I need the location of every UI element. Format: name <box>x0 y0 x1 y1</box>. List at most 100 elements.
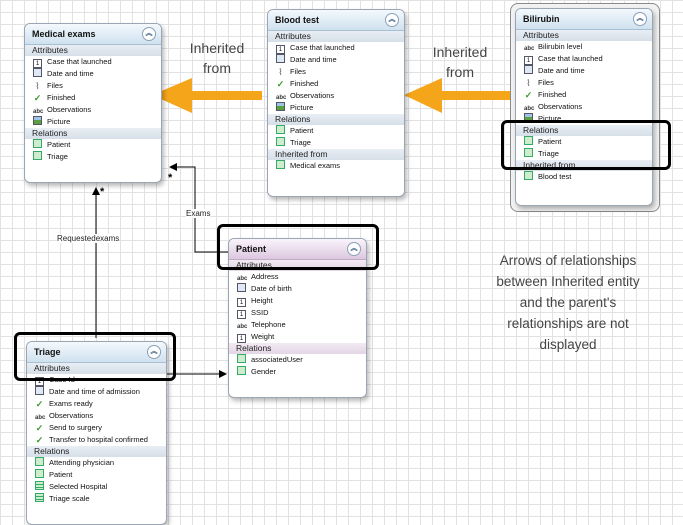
relation-row[interactable]: Triage <box>268 137 404 149</box>
datetime-icon <box>276 54 285 63</box>
collapse-icon[interactable]: ︽ <box>633 12 647 26</box>
attributes-header: Attributes <box>516 30 652 41</box>
boolean-icon: ✓ <box>35 399 44 409</box>
attribute-row[interactable]: Picture <box>268 102 404 114</box>
inherited-from-label-right: Inherited from <box>432 44 488 80</box>
entity-title: Blood test <box>275 15 319 25</box>
attribute-row[interactable]: abc Address <box>229 271 366 283</box>
relation-icon <box>33 139 42 148</box>
attribute-row[interactable]: abc Observations <box>27 410 166 422</box>
file-icon: ⌇ <box>35 81 40 91</box>
attribute-row[interactable]: ✓ Transfer to hospital confirmed <box>27 434 166 446</box>
inherited-row[interactable]: Blood test <box>516 171 652 183</box>
entity-header[interactable]: Blood test ︽ <box>268 10 404 31</box>
attribute-row[interactable]: ⌇ Files <box>516 77 652 89</box>
relations-header: Relations <box>27 446 166 457</box>
attribute-row[interactable]: 1 Case that launched <box>268 42 404 54</box>
attribute-row[interactable]: 1 Case that launched <box>25 56 161 68</box>
relation-row[interactable]: Triage scale <box>27 493 166 505</box>
attributes-header: Attributes <box>268 31 404 42</box>
relation-row[interactable]: Attending physician <box>27 457 166 469</box>
number-icon: 1 <box>33 59 42 68</box>
relation-row[interactable]: Selected Hospital <box>27 481 166 493</box>
annotation-note: Arrows of relationships between Inherite… <box>496 253 640 352</box>
number-icon: 1 <box>276 45 285 54</box>
attribute-row[interactable]: ✓ Exams ready <box>27 398 166 410</box>
file-icon: ⌇ <box>526 78 531 88</box>
attribute-row[interactable]: abc Telephone <box>229 319 366 331</box>
boolean-icon: ✓ <box>524 90 533 100</box>
attribute-row[interactable]: Date and time of admission <box>27 386 166 398</box>
attribute-row[interactable]: Date and time <box>268 54 404 66</box>
picture-icon <box>33 116 42 125</box>
table-icon <box>35 493 44 502</box>
entity-bilirubin[interactable]: Bilirubin ︽ Attributes abc Bilirubin leve… <box>515 8 653 206</box>
relation-icon <box>35 469 44 478</box>
attribute-row[interactable]: abc Observations <box>25 104 161 116</box>
entity-header[interactable]: Bilirubin ︽ <box>516 9 652 30</box>
attribute-row[interactable]: ✓ Send to surgery <box>27 422 166 434</box>
requestedexams-label: Requestedexams <box>57 234 120 243</box>
entity-blood-test[interactable]: Blood test ︽ Attributes 1 Case that launc… <box>267 9 405 197</box>
attribute-row[interactable]: Picture <box>25 116 161 128</box>
attribute-row[interactable]: 1 Weight <box>229 331 366 343</box>
inherit-arrow-1 <box>152 78 262 113</box>
attribute-row[interactable]: Date and time <box>516 65 652 77</box>
inherit-arrow-2 <box>404 78 516 113</box>
inherited-row[interactable]: Medical exams <box>268 160 404 172</box>
attribute-row[interactable]: ✓ Finished <box>268 78 404 90</box>
relation-icon <box>237 366 246 375</box>
relation-row[interactable]: Patient <box>268 125 404 137</box>
multiplicity-star-right: * <box>168 172 173 184</box>
entity-title: Bilirubin <box>523 14 560 24</box>
picture-icon <box>276 102 285 111</box>
attribute-row[interactable]: abc Observations <box>516 101 652 113</box>
relations-header: Relations <box>229 343 366 354</box>
relation-row[interactable]: Patient <box>27 469 166 481</box>
number-icon: 1 <box>237 334 246 343</box>
inherit-icon <box>276 160 285 169</box>
attribute-row[interactable]: abc Observations <box>268 90 404 102</box>
highlight-triage-header <box>14 332 176 381</box>
relation-icon <box>237 354 246 363</box>
exams-label: Exams <box>186 209 211 218</box>
relation-icon <box>35 457 44 466</box>
relation-icon <box>276 137 285 146</box>
number-icon: 1 <box>524 56 533 65</box>
highlight-patient-header <box>217 224 379 270</box>
attribute-row[interactable]: ✓ Finished <box>25 92 161 104</box>
inherit-icon <box>524 171 533 180</box>
number-icon: 1 <box>237 310 246 319</box>
inherited-header: Inherited from <box>268 149 404 160</box>
relation-row[interactable]: Patient <box>25 139 161 151</box>
boolean-icon: ✓ <box>33 93 42 103</box>
attributes-header: Attributes <box>25 45 161 56</box>
attribute-row[interactable]: 1 SSID <box>229 307 366 319</box>
entity-medical-exams[interactable]: Medical exams ︽ Attributes 1 Case that la… <box>24 23 162 183</box>
attribute-row[interactable]: 1 Case that launched <box>516 53 652 65</box>
table-icon <box>35 481 44 490</box>
entity-title: Medical exams <box>32 29 96 39</box>
relation-row[interactable]: Triage <box>25 151 161 163</box>
attribute-row[interactable]: 1 Height <box>229 295 366 307</box>
attribute-row[interactable]: abc Bilirubin level <box>516 41 652 53</box>
entity-header[interactable]: Medical exams ︽ <box>25 24 161 45</box>
highlight-bilirubin-relations <box>501 120 671 170</box>
relations-header: Relations <box>268 114 404 125</box>
attribute-row[interactable]: Date of birth <box>229 283 366 295</box>
attribute-row[interactable]: Date and time <box>25 68 161 80</box>
inherited-from-label-left: Inherited from <box>189 40 245 76</box>
datetime-icon <box>33 68 42 77</box>
collapse-icon[interactable]: ︽ <box>385 13 399 27</box>
collapse-icon[interactable]: ︽ <box>142 27 156 41</box>
attribute-row[interactable]: ⌇ Files <box>268 66 404 78</box>
attribute-row[interactable]: ⌇ Files <box>25 80 161 92</box>
relation-row[interactable]: associatedUser <box>229 354 366 366</box>
relation-row[interactable]: Gender <box>229 366 366 378</box>
relation-icon <box>276 125 285 134</box>
datetime-icon <box>524 65 533 74</box>
boolean-icon: ✓ <box>35 423 44 433</box>
datetime-icon <box>237 283 246 292</box>
datetime-icon <box>35 386 44 395</box>
attribute-row[interactable]: ✓ Finished <box>516 89 652 101</box>
